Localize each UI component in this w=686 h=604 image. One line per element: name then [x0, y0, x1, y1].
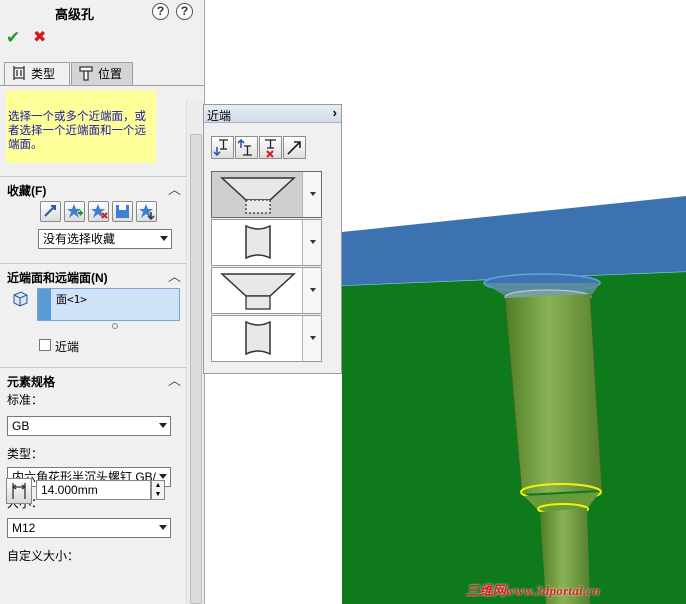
insert-element-above-icon[interactable]	[211, 136, 234, 159]
palette-title: 近端	[207, 109, 232, 123]
element-spec-section-header[interactable]: 元素规格 ︿	[0, 367, 186, 389]
size-spinner[interactable]: ▲ ▼	[151, 480, 165, 500]
ok-button[interactable]: ✔	[6, 29, 22, 47]
add-favorite-icon[interactable]	[64, 201, 85, 222]
delete-element-icon[interactable]	[259, 136, 282, 159]
face-selection-icon	[13, 291, 28, 307]
panel-title-bar: 高级孔 ? ?	[0, 0, 204, 24]
tab-type[interactable]: 类型	[4, 62, 70, 86]
palette-collapse-icon[interactable]: ›	[333, 105, 337, 120]
chevron-up-icon[interactable]: ︿	[168, 370, 181, 388]
hint-message: 选择一个或多个近端面，或者选择一个近端面和一个远端面。	[6, 90, 156, 163]
scrollbar-thumb[interactable]	[190, 134, 202, 604]
element-spec-heading: 元素规格	[7, 375, 56, 389]
tab-position[interactable]: 位置	[71, 62, 133, 86]
chevron-down-icon	[159, 525, 167, 530]
chevron-down-icon	[159, 474, 167, 479]
faces-selection-box[interactable]: 面<1>	[37, 288, 180, 321]
resize-grip[interactable]	[112, 323, 118, 329]
whats-new-icon[interactable]: ?	[152, 3, 169, 20]
element-style-3[interactable]	[211, 267, 322, 314]
element-style-1[interactable]	[211, 171, 322, 218]
palette-title-bar[interactable]: 近端 ›	[204, 105, 341, 123]
tab-type-label: 类型	[31, 67, 56, 81]
chevron-up-icon[interactable]: ︿	[168, 179, 181, 197]
property-manager-panel: 高级孔 ? ? ✔ ✖ 类型 位置 信息 选择一个或多个近端面，或者选择一个近端…	[0, 0, 205, 604]
panel-scrollbar[interactable]	[186, 100, 204, 604]
panel-scroll-area: 信息 选择一个或多个近端面，或者选择一个近端面和一个远端面。 收藏(F) ︿ 没…	[0, 90, 186, 604]
element-style-4[interactable]	[211, 315, 322, 362]
chevron-down-icon[interactable]	[302, 316, 321, 361]
element-style-2[interactable]	[211, 219, 322, 266]
type-label: 类型：	[7, 447, 44, 461]
near-end-checkbox[interactable]	[39, 339, 51, 351]
site-watermark: 三维网www.3dportal.cn	[466, 583, 601, 598]
help-icon[interactable]: ?	[176, 3, 193, 20]
chevron-up-icon[interactable]: ︿	[168, 266, 181, 284]
insert-element-below-icon[interactable]	[235, 136, 258, 159]
panel-title: 高级孔	[55, 7, 95, 22]
tab-divider	[0, 85, 204, 86]
selection-color-bar	[38, 289, 51, 320]
load-favorite-icon[interactable]	[136, 201, 157, 222]
favorites-heading: 收藏(F)	[7, 184, 47, 198]
standard-select[interactable]: GB	[7, 416, 171, 436]
favorites-section-header[interactable]: 收藏(F) ︿	[0, 176, 186, 198]
standard-label: 标准：	[7, 393, 44, 407]
size-select[interactable]: M12	[7, 518, 171, 538]
faces-section-header[interactable]: 近端面和远端面(N) ︿	[0, 263, 186, 285]
favorites-select[interactable]: 没有选择收藏	[38, 229, 172, 249]
near-end-label: 近端	[55, 340, 80, 354]
favorites-select-value: 没有选择收藏	[43, 232, 116, 246]
apply-defaults-icon[interactable]	[40, 201, 61, 222]
chevron-down-icon[interactable]	[302, 268, 321, 313]
chevron-down-icon	[160, 236, 168, 241]
countersink-icon	[220, 177, 296, 214]
custom-size-label: 自定义大小：	[7, 549, 80, 563]
diameter-icon	[6, 478, 32, 504]
save-favorite-icon[interactable]	[112, 201, 133, 222]
chevron-down-icon[interactable]	[302, 220, 321, 265]
hole-type-icon	[13, 66, 25, 80]
delete-favorite-icon[interactable]	[88, 201, 109, 222]
chevron-down-icon[interactable]	[302, 172, 321, 217]
faces-heading: 近端面和远端面(N)	[7, 271, 108, 285]
chevron-down-icon	[159, 423, 167, 428]
cancel-button[interactable]: ✖	[33, 29, 49, 47]
straight-hole-icon	[245, 224, 271, 260]
list-item[interactable]: 面<1>	[56, 291, 87, 307]
custom-size-input[interactable]: 14.000mm	[36, 480, 151, 500]
straight-hole-icon	[245, 320, 271, 356]
reverse-direction-icon[interactable]	[283, 136, 306, 159]
tab-position-label: 位置	[98, 67, 123, 81]
hole-position-icon	[79, 66, 93, 81]
standard-select-value: GB	[12, 419, 30, 433]
size-select-value: M12	[12, 521, 36, 535]
countersink-icon	[220, 273, 296, 310]
near-end-palette[interactable]: 近端 ›	[203, 104, 342, 374]
